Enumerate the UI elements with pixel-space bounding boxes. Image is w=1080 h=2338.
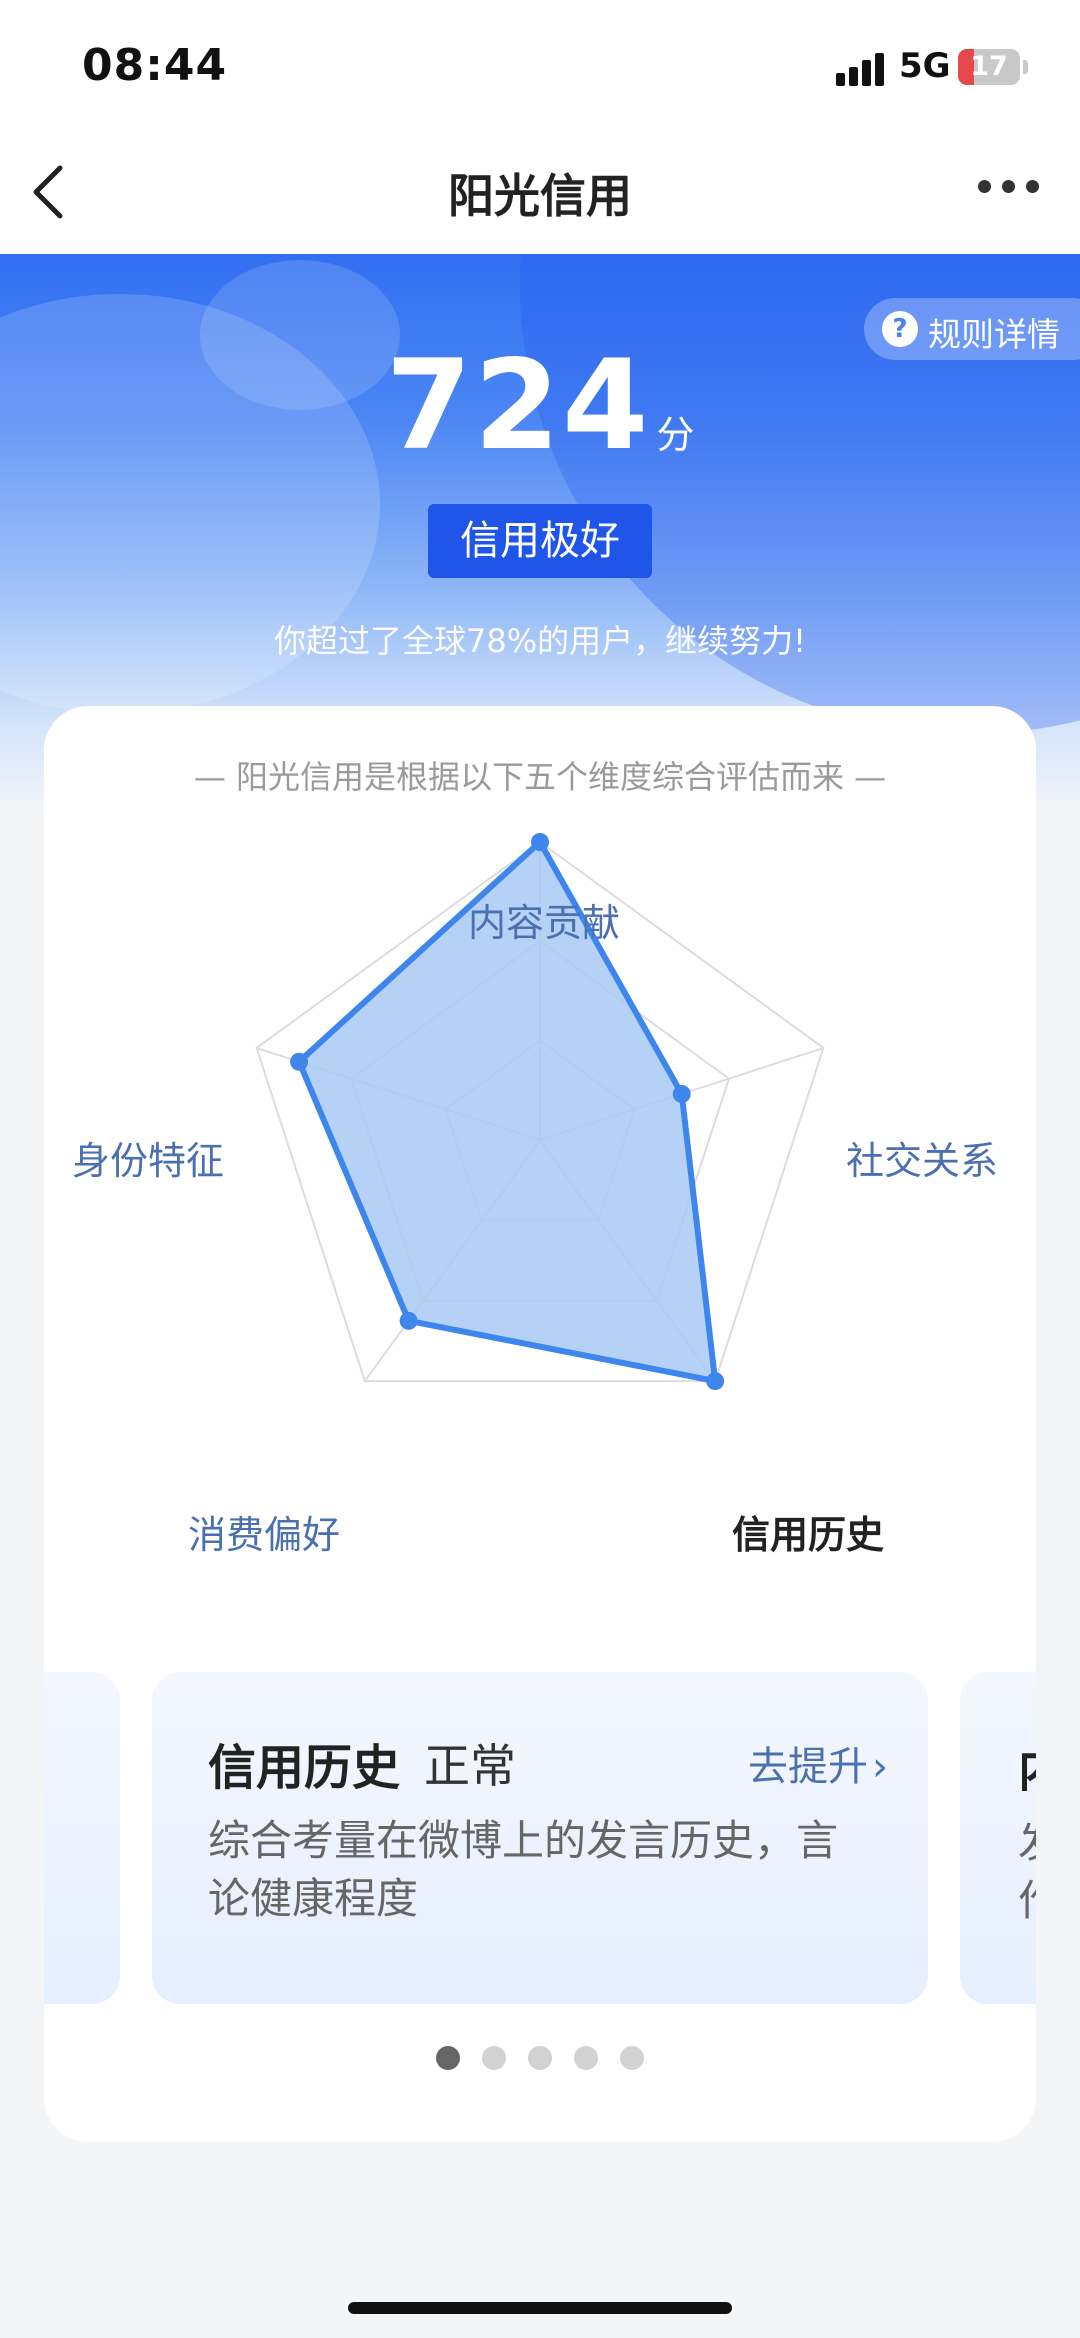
next-card-desc-line: 作 — [1018, 1876, 1036, 1925]
radar-value-point — [399, 1311, 418, 1330]
pager-dot[interactable] — [574, 2046, 598, 2070]
axis-label-history[interactable]: 信用历史 — [732, 1504, 884, 1559]
info-card-next[interactable]: 内 发 作 — [960, 1672, 1036, 2004]
axis-label-social[interactable]: 社交关系 — [846, 1130, 998, 1185]
pager-dot[interactable] — [528, 2046, 552, 2070]
radar-value-point — [672, 1084, 691, 1103]
carousel-pager[interactable] — [44, 2046, 1036, 2076]
radar-value-point — [531, 833, 549, 851]
improve-link[interactable]: 去提升 › — [748, 1734, 888, 1792]
info-description: 综合考量在微博上的发言历史，言论健康程度 — [208, 1816, 839, 1923]
info-card-prev[interactable] — [44, 1672, 120, 2004]
home-indicator — [348, 2302, 732, 2314]
info-card-current[interactable]: 信用历史 正常 去提升 › 综合考量在微博上的发言历史，言论健康程度 — [152, 1672, 928, 2004]
info-status: 正常 — [424, 1739, 516, 1793]
next-card-desc-line: 发 — [1018, 1818, 1036, 1867]
next-card-title: 内 — [1018, 1730, 1036, 1800]
radar-value-point — [706, 1372, 725, 1391]
improve-link-label: 去提升 — [748, 1744, 868, 1790]
battery-tip — [1023, 60, 1028, 74]
signal-icon — [836, 52, 888, 86]
next-card-desc: 发 作 — [1018, 1814, 1036, 1930]
battery-level: 17 — [970, 51, 1008, 82]
score-unit: 分 — [656, 413, 695, 457]
nav-bar: 阳光信用 — [0, 130, 1080, 254]
more-icon[interactable] — [978, 180, 1042, 200]
page-title: 阳光信用 — [448, 169, 632, 223]
ranking-text: 你超过了全球78%的用户，继续努力! — [274, 622, 806, 660]
credit-score: 724 — [385, 334, 651, 478]
chevron-right-icon: › — [872, 1744, 888, 1790]
axis-label-content[interactable]: 内容贡献 — [468, 892, 620, 947]
network-type: 5G — [899, 46, 951, 86]
back-icon[interactable] — [30, 162, 70, 222]
pager-dot[interactable] — [482, 2046, 506, 2070]
credit-level-badge: 信用极好 — [428, 504, 652, 578]
info-title: 信用历史 — [208, 1740, 401, 1796]
score-display: 724 分 — [0, 334, 1080, 478]
axis-label-consumption[interactable]: 消费偏好 — [188, 1504, 340, 1559]
pager-dot[interactable] — [620, 2046, 644, 2070]
dimension-card: — 阳光信用是根据以下五个维度综合评估而来 — 内容贡献 社交关系 信用历史 消… — [44, 706, 1036, 2142]
status-time: 08:44 — [82, 40, 228, 91]
status-bar: 08:44 5G 17 — [0, 0, 1080, 130]
battery-icon: 17 — [958, 49, 1020, 85]
axis-label-identity[interactable]: 身份特征 — [72, 1130, 224, 1185]
pager-dot[interactable] — [436, 2046, 460, 2070]
radar-value-point — [290, 1052, 309, 1071]
